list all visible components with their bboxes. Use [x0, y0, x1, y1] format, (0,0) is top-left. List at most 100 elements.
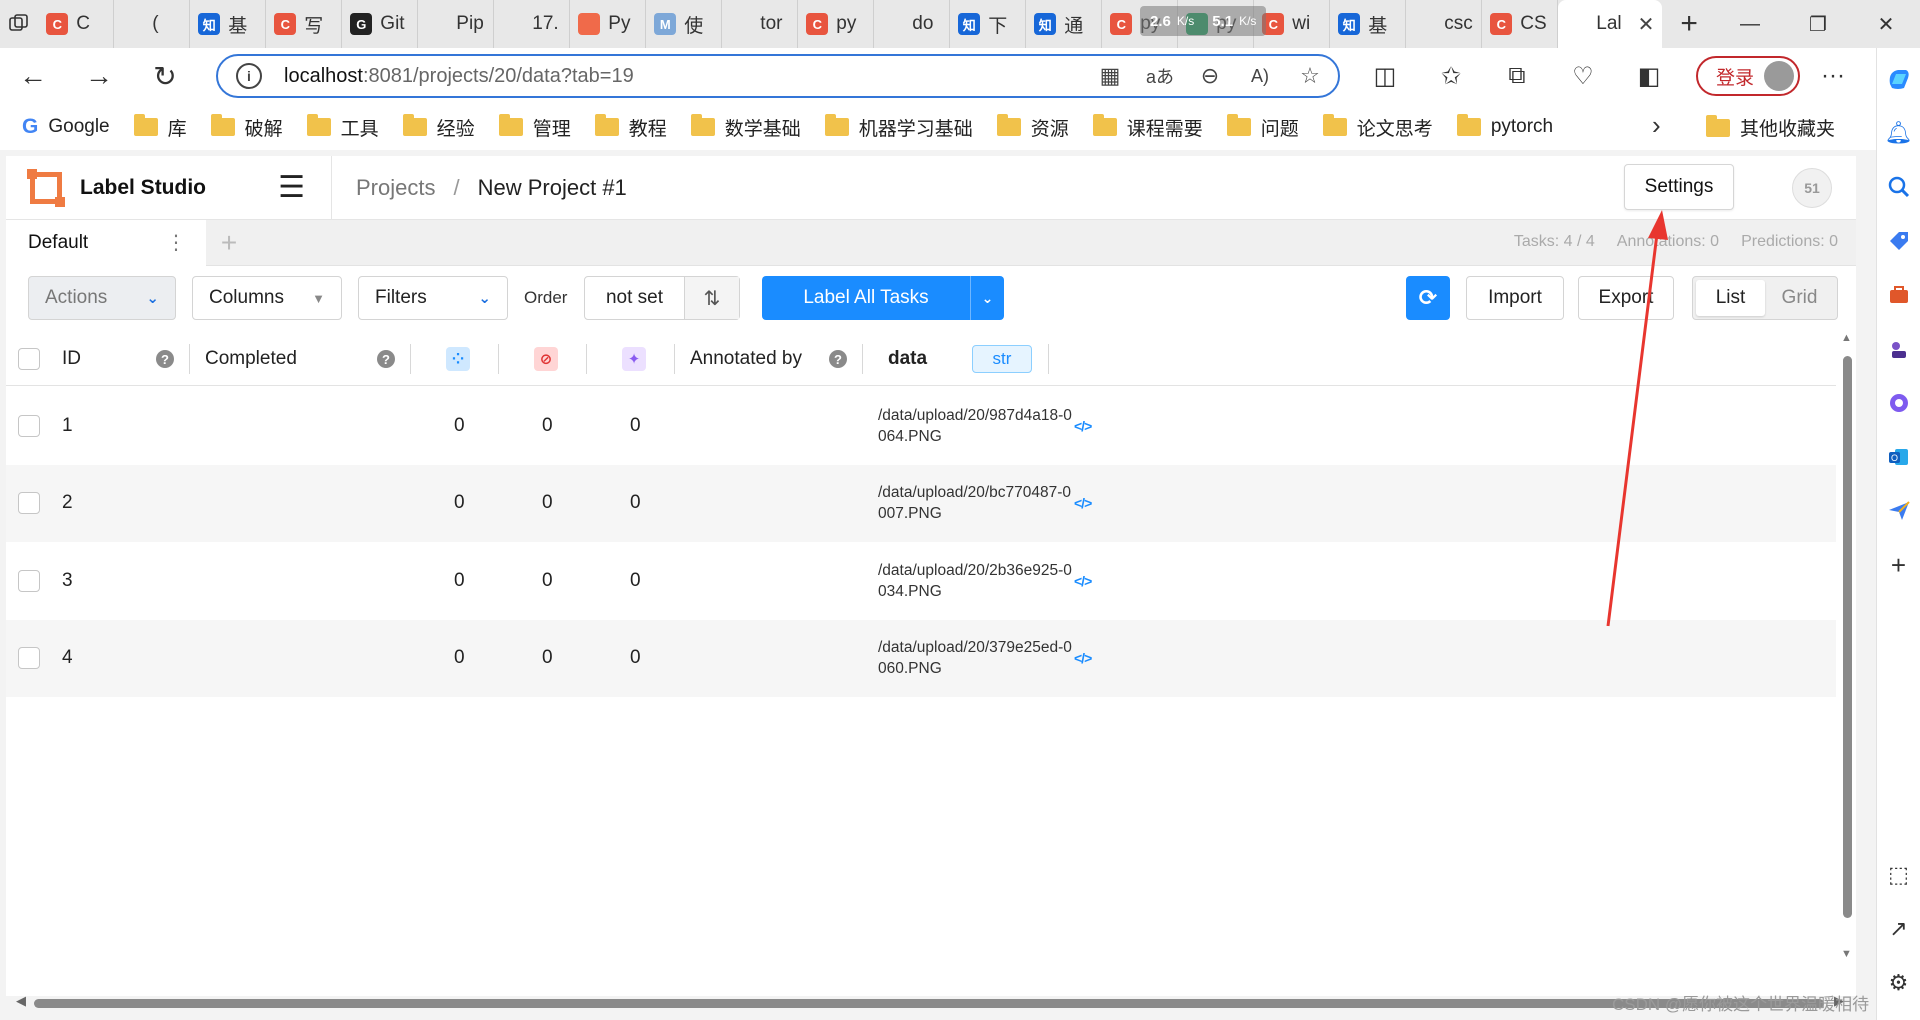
column-divider[interactable] — [586, 344, 587, 374]
screenshot-icon[interactable]: ⬚ — [1882, 858, 1916, 892]
browser-tab[interactable]: csc — [1406, 0, 1483, 48]
column-header-total-annotations[interactable]: ⁘ — [446, 332, 470, 386]
grid-view-button[interactable]: Grid — [1765, 280, 1834, 316]
order-select[interactable]: not set — [585, 277, 685, 319]
site-info-icon[interactable]: i — [236, 63, 262, 89]
other-bookmarks-folder[interactable]: 其他收藏夹 — [1706, 114, 1835, 141]
column-divider[interactable] — [862, 344, 863, 374]
browser-tab[interactable]: Cpy — [798, 0, 875, 48]
open-external-icon[interactable]: ↗ — [1882, 912, 1916, 946]
tab-default[interactable]: Default ⋮ — [6, 219, 206, 266]
close-window-icon[interactable]: ✕ — [1852, 0, 1920, 48]
table-row[interactable]: 2 0 0 0/data/upload/20/bc770487-0007.PNG </> — [6, 464, 1836, 542]
browser-tab[interactable]: ( — [114, 0, 191, 48]
list-view-button[interactable]: List — [1696, 280, 1765, 316]
label-all-tasks-label[interactable]: Label All Tasks — [762, 276, 970, 320]
workspaces-icon[interactable] — [0, 0, 38, 48]
settings-button[interactable]: Settings — [1624, 164, 1734, 210]
new-tab-button[interactable]: + — [1662, 0, 1716, 48]
columns-dropdown[interactable]: Columns ▼ — [192, 276, 342, 320]
table-row[interactable]: 4 0 0 0/data/upload/20/379e25ed-0060.PNG </> — [6, 619, 1836, 697]
split-screen-icon[interactable]: ◫ — [1352, 48, 1418, 104]
url-text[interactable]: localhost:8081/projects/20/data?tab=19 — [284, 65, 634, 88]
row-select-checkbox[interactable] — [18, 492, 40, 514]
id-help-icon[interactable]: ? — [156, 332, 174, 386]
code-icon[interactable]: </> — [1074, 650, 1092, 666]
browser-tab[interactable]: G Git — [342, 0, 419, 48]
bookmark-item[interactable]: 论文思考 — [1322, 114, 1433, 141]
browser-tab[interactable]: Pip — [418, 0, 495, 48]
browser-tab[interactable]: 知下 — [950, 0, 1027, 48]
forward-arrow-icon[interactable]: → — [66, 48, 132, 104]
bookmark-item[interactable]: 资源 — [996, 114, 1069, 141]
minimize-icon[interactable]: — — [1716, 0, 1784, 48]
code-icon[interactable]: </> — [1074, 573, 1092, 589]
add-sidebar-app-icon[interactable]: + — [1882, 548, 1916, 582]
more-options-icon[interactable]: ··· — [1800, 48, 1866, 104]
app-available-icon[interactable]: ▦ — [1090, 56, 1130, 96]
bookmark-item[interactable]: G Google — [22, 115, 110, 139]
add-view-tab-button[interactable]: + — [206, 227, 252, 259]
bookmark-item[interactable]: 工具 — [306, 114, 379, 141]
scroll-left-arrow-icon[interactable]: ◀ — [16, 993, 26, 1009]
extensions-icon[interactable]: ◧ — [1616, 48, 1682, 104]
refresh-icon[interactable]: ⟳ — [1406, 276, 1450, 320]
outlook-icon[interactable]: O — [1882, 440, 1916, 474]
vertical-scrollbar[interactable]: ▲ ▼ — [1840, 332, 1854, 972]
code-icon[interactable]: </> — [1074, 495, 1092, 511]
label-all-tasks-button[interactable]: Label All Tasks ⌄ — [762, 276, 1004, 320]
filters-dropdown[interactable]: Filters ⌄ — [358, 276, 508, 320]
column-header-data[interactable]: data — [888, 332, 927, 386]
close-tab-icon[interactable]: ✕ — [1638, 12, 1655, 37]
bookmark-item[interactable]: pytorch — [1456, 114, 1553, 138]
games-icon[interactable] — [1882, 332, 1916, 366]
column-divider[interactable] — [189, 344, 190, 374]
completed-help-icon[interactable]: ? — [377, 332, 395, 386]
scroll-down-arrow-icon[interactable]: ▼ — [1841, 948, 1852, 960]
browser-tab[interactable]: M使 — [646, 0, 723, 48]
export-button[interactable]: Export — [1578, 276, 1674, 320]
column-divider[interactable] — [498, 344, 499, 374]
favorite-star-icon[interactable]: ☆ — [1290, 56, 1330, 96]
zoom-out-icon[interactable]: ⊖ — [1190, 56, 1230, 96]
browser-tab[interactable]: tor — [722, 0, 799, 48]
reload-icon[interactable]: ↻ — [132, 48, 198, 104]
bookmark-item[interactable]: 库 — [133, 114, 187, 141]
office-icon[interactable] — [1882, 386, 1916, 420]
bookmark-item[interactable]: 问题 — [1226, 114, 1299, 141]
notifications-bell-icon[interactable]: 🔔︎ — [1882, 116, 1916, 150]
table-row[interactable]: 3 0 0 0/data/upload/20/2b36e925-0034.PNG </> — [6, 542, 1836, 619]
column-header-predictions[interactable]: ✦ — [622, 332, 646, 386]
bookmark-item[interactable]: 教程 — [594, 114, 667, 141]
label-all-chevron-down-icon[interactable]: ⌄ — [970, 276, 1004, 320]
restore-icon[interactable]: ❐ — [1784, 0, 1852, 48]
code-icon[interactable]: </> — [1074, 418, 1092, 434]
tab-menu-kebab-icon[interactable]: ⋮ — [166, 230, 186, 255]
browser-tab[interactable]: 知通 — [1026, 0, 1103, 48]
label-studio-logo-icon[interactable] — [27, 168, 65, 207]
sort-direction-icon[interactable]: ⇅ — [685, 277, 739, 319]
import-button[interactable]: Import — [1466, 276, 1564, 320]
collections-icon[interactable]: ⧉ — [1484, 48, 1550, 104]
search-icon[interactable] — [1882, 170, 1916, 204]
browser-tab[interactable]: 知基 — [190, 0, 267, 48]
sidebar-settings-gear-icon[interactable]: ⚙ — [1882, 966, 1916, 1000]
browser-tab[interactable]: CC — [38, 0, 115, 48]
bookmark-item[interactable]: 课程需要 — [1092, 114, 1203, 141]
browser-tab[interactable]: 17. — [494, 0, 571, 48]
bookmark-item[interactable]: 数学基础 — [690, 114, 801, 141]
column-divider[interactable] — [1048, 344, 1049, 374]
column-divider[interactable] — [674, 344, 675, 374]
row-select-checkbox[interactable] — [18, 569, 40, 592]
column-header-completed[interactable]: Completed — [205, 332, 297, 386]
user-avatar-badge[interactable]: 51 — [1792, 168, 1832, 208]
bookmark-item[interactable]: 破解 — [210, 114, 283, 141]
address-bar[interactable]: i localhost:8081/projects/20/data?tab=19… — [216, 54, 1340, 98]
vertical-scroll-thumb[interactable] — [1843, 356, 1852, 918]
shopping-tag-icon[interactable] — [1882, 224, 1916, 258]
read-aloud-icon[interactable]: A) — [1240, 56, 1280, 96]
actions-dropdown[interactable]: Actions ⌄ — [28, 276, 176, 320]
horizontal-scroll-thumb[interactable] — [34, 999, 1824, 1008]
active-tab[interactable]: Lal ✕ — [1558, 0, 1663, 48]
browser-tab[interactable]: C写 — [266, 0, 343, 48]
